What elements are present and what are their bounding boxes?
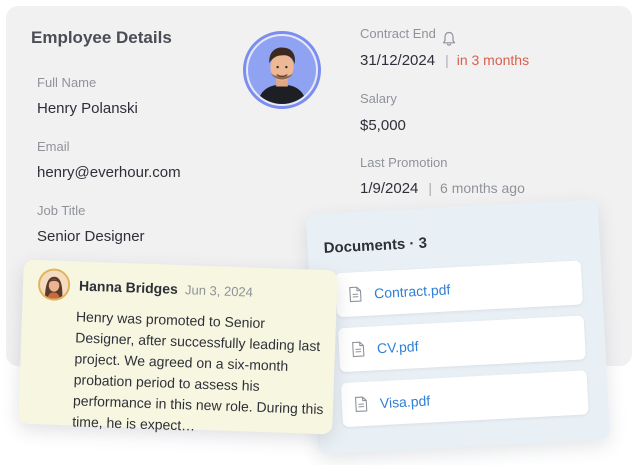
document-item-cv[interactable]: CV.pdf bbox=[337, 315, 586, 373]
person-avatar-icon bbox=[39, 270, 69, 300]
documents-card: Documents · 3 Contract.pdf CV.pdf Visa.p… bbox=[305, 199, 611, 455]
contract-end-row: 31/12/2024 | in 3 months bbox=[360, 52, 529, 69]
person-avatar-icon bbox=[248, 36, 316, 104]
salary-value: $5,000 bbox=[360, 117, 406, 134]
employee-avatar[interactable] bbox=[243, 31, 321, 109]
document-item-contract[interactable]: Contract.pdf bbox=[335, 260, 583, 318]
contract-end-label: Contract End bbox=[360, 26, 436, 41]
file-icon bbox=[352, 341, 365, 358]
file-icon bbox=[349, 286, 362, 303]
card-title: Employee Details bbox=[31, 28, 172, 47]
document-link[interactable]: CV.pdf bbox=[377, 338, 419, 356]
last-promotion-note: 6 months ago bbox=[440, 180, 525, 196]
stage: Employee Details Full Name Henry Polansk… bbox=[0, 0, 636, 465]
comment-text: Henry was promoted to Senior Designer, a… bbox=[72, 308, 324, 434]
comment-card: Hanna Bridges Jun 3, 2024 Henry was prom… bbox=[18, 259, 338, 435]
email-label: Email bbox=[37, 139, 70, 154]
last-promotion-row: 1/9/2024 | 6 months ago bbox=[360, 180, 525, 197]
contract-end-note: in 3 months bbox=[456, 52, 530, 68]
comment-author-avatar[interactable] bbox=[37, 268, 71, 302]
contract-end-separator: | bbox=[445, 52, 449, 68]
comment-date: Jun 3, 2024 bbox=[184, 282, 254, 300]
contract-end-value: 31/12/2024 bbox=[360, 52, 436, 69]
document-link[interactable]: Contract.pdf bbox=[374, 281, 451, 301]
documents-title: Documents · 3 bbox=[323, 234, 428, 257]
bell-icon[interactable] bbox=[442, 31, 456, 47]
file-icon bbox=[354, 396, 368, 412]
email-value: henry@everhour.com bbox=[37, 164, 181, 181]
full-name-label: Full Name bbox=[37, 75, 97, 90]
comment-author-name: Hanna Bridges bbox=[78, 277, 179, 297]
job-title-value: Senior Designer bbox=[37, 228, 145, 245]
document-link[interactable]: Visa.pdf bbox=[379, 393, 430, 412]
document-item-visa[interactable]: Visa.pdf bbox=[340, 370, 589, 428]
last-promotion-label: Last Promotion bbox=[360, 155, 448, 170]
last-promotion-value: 1/9/2024 bbox=[360, 180, 419, 197]
salary-label: Salary bbox=[360, 91, 397, 106]
full-name-value: Henry Polanski bbox=[37, 100, 138, 117]
last-promotion-separator: | bbox=[428, 180, 433, 196]
job-title-label: Job Title bbox=[37, 203, 86, 218]
